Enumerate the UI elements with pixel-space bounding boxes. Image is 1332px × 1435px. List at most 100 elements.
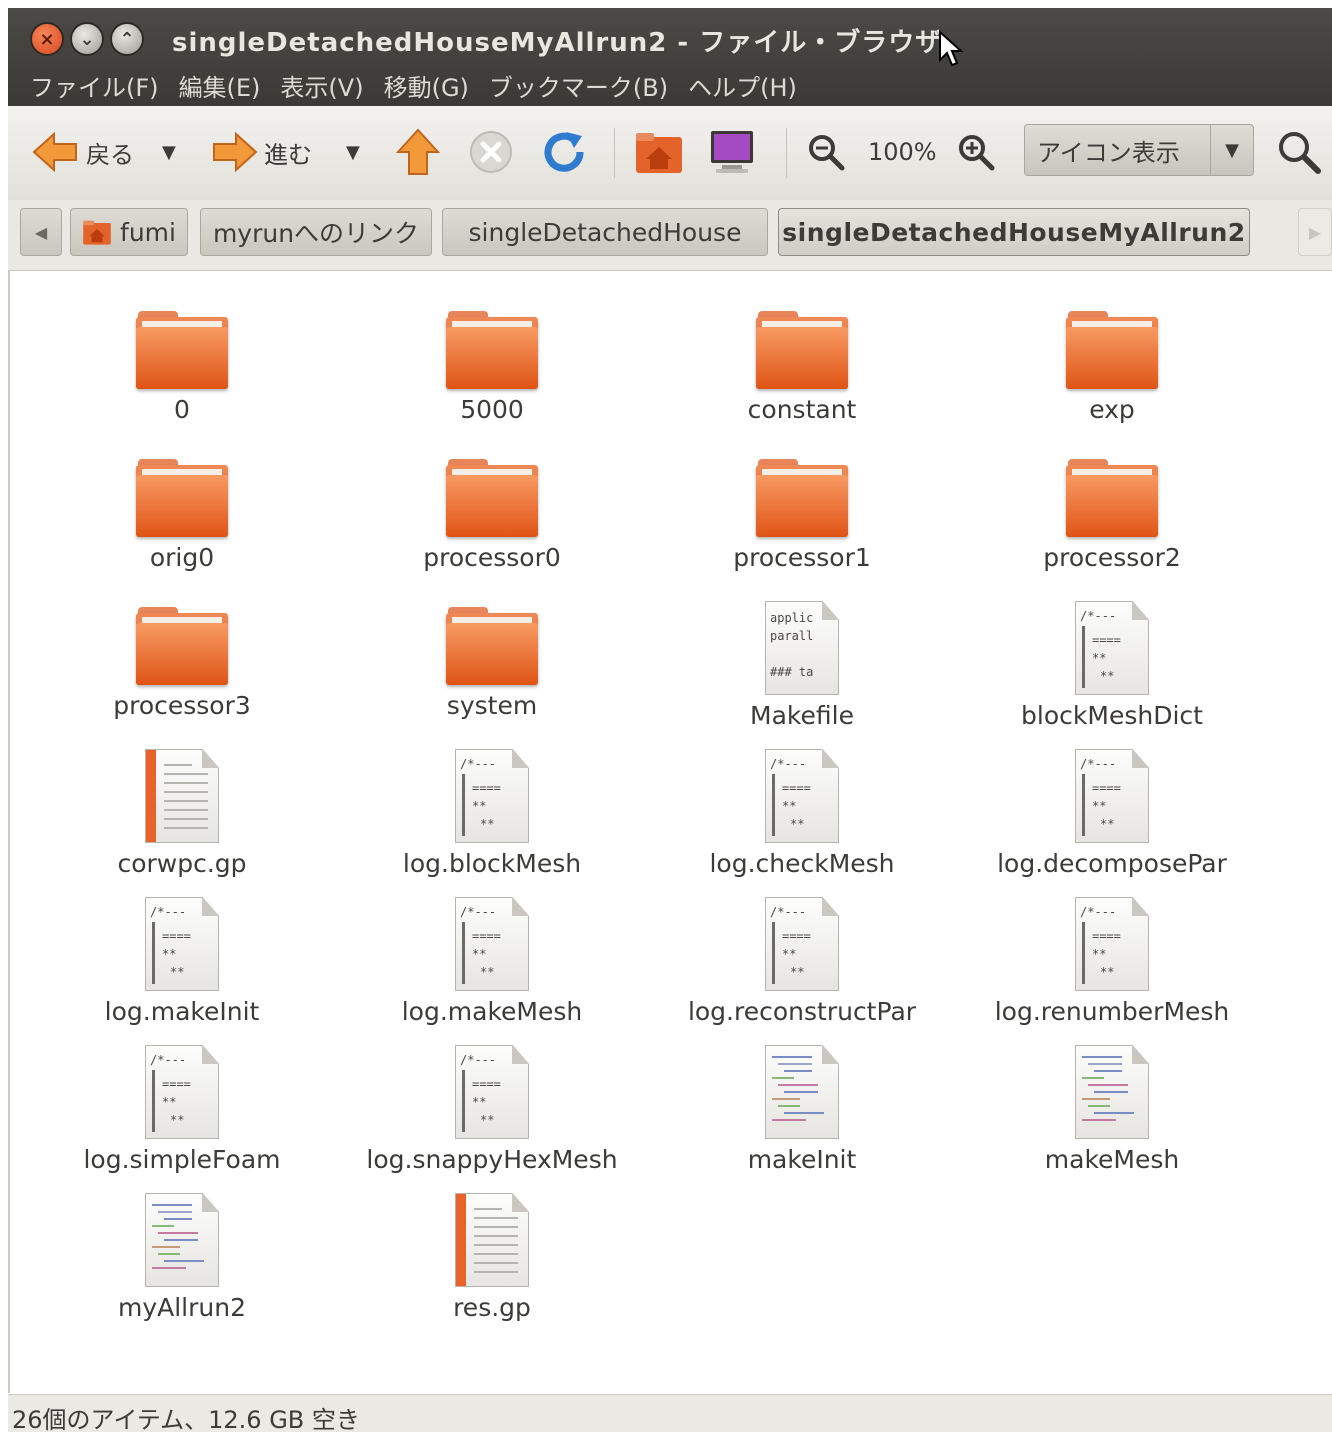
file-item[interactable]: /*--- ==== ** ** blockMeshDict bbox=[962, 601, 1262, 730]
folder-icon bbox=[136, 459, 228, 537]
status-text: 26個のアイテム、12.6 GB 空き bbox=[12, 1406, 360, 1434]
icon-view: 0 5000 constant exp orig0 processor0 processor… bbox=[8, 271, 1332, 1393]
view-mode-select[interactable]: アイコン表示 ▼ bbox=[1024, 124, 1254, 176]
menu-file[interactable]: ファイル(F) bbox=[20, 66, 169, 105]
forward-button[interactable]: 進む bbox=[210, 126, 312, 178]
breadcrumb-myrun-link[interactable]: myrunへのリンク bbox=[200, 208, 432, 256]
file-item[interactable]: processor2 bbox=[962, 453, 1262, 572]
file-item[interactable]: corwpc.gp bbox=[32, 749, 332, 878]
breadcrumb-label: myrunへのリンク bbox=[212, 219, 420, 248]
file-item[interactable]: myAllrun2 bbox=[32, 1193, 332, 1322]
home-button[interactable] bbox=[634, 126, 684, 178]
file-item[interactable]: /*--- ==== ** ** log.checkMesh bbox=[652, 749, 952, 878]
folder-icon bbox=[446, 459, 538, 537]
title-bar: × ⌄ ⌃ singleDetachedHouseMyAllrun2 - ファイ… bbox=[8, 8, 1332, 106]
breadcrumb-label: fumi bbox=[120, 217, 176, 247]
computer-icon bbox=[711, 131, 753, 173]
file-item[interactable]: system bbox=[342, 601, 642, 720]
status-bar: 26個のアイテム、12.6 GB 空き bbox=[8, 1394, 1332, 1434]
up-button[interactable] bbox=[396, 126, 440, 178]
search-button[interactable] bbox=[1276, 126, 1322, 178]
folder-icon bbox=[446, 607, 538, 685]
file-item[interactable]: /*--- ==== ** ** log.simpleFoam bbox=[32, 1045, 332, 1174]
zoom-out-button[interactable] bbox=[806, 126, 846, 178]
script-file-icon bbox=[145, 1193, 219, 1287]
file-name-label: log.snappyHexMesh bbox=[366, 1145, 618, 1174]
mouse-cursor-icon bbox=[939, 30, 964, 67]
breadcrumb-label: singleDetachedHouseMyAllrun2 bbox=[782, 217, 1246, 247]
text-code-file-icon: /*--- ==== ** ** bbox=[765, 749, 839, 843]
file-item[interactable]: applic parall ### ta Makefile bbox=[652, 601, 952, 730]
file-item[interactable]: res.gp bbox=[342, 1193, 642, 1322]
file-item[interactable]: makeMesh bbox=[962, 1045, 1262, 1174]
file-name-label: log.reconstructPar bbox=[687, 997, 917, 1026]
file-name-label: system bbox=[446, 691, 538, 720]
breadcrumb-label: singleDetachedHouse bbox=[468, 217, 742, 247]
file-name-label: log.renumberMesh bbox=[994, 997, 1230, 1026]
zoom-out-icon bbox=[809, 135, 845, 171]
file-item[interactable]: exp bbox=[962, 305, 1262, 424]
file-item[interactable]: /*--- ==== ** ** log.snappyHexMesh bbox=[342, 1045, 642, 1174]
file-name-label: myAllrun2 bbox=[117, 1293, 246, 1322]
forward-history-dropdown[interactable]: ▼ bbox=[346, 126, 360, 178]
forward-label: 進む bbox=[264, 140, 312, 169]
stop-button[interactable] bbox=[468, 126, 514, 178]
file-item[interactable]: /*--- ==== ** ** log.decomposePar bbox=[962, 749, 1262, 878]
text-code-file-icon: /*--- ==== ** ** bbox=[1075, 601, 1149, 695]
file-name-label: corwpc.gp bbox=[117, 849, 247, 878]
menu-bar: ファイル(F) 編集(E) 表示(V) 移動(G) ブックマーク(B) ヘルプ(… bbox=[20, 66, 807, 105]
file-name-label: processor1 bbox=[733, 543, 871, 572]
file-item[interactable]: 0 bbox=[32, 305, 332, 424]
minimize-window-button[interactable]: ⌄ bbox=[72, 24, 102, 54]
zoom-in-button[interactable] bbox=[956, 126, 996, 178]
file-item[interactable]: /*--- ==== ** ** log.renumberMesh bbox=[962, 897, 1262, 1026]
text-code-file-icon: /*--- ==== ** ** bbox=[145, 1045, 219, 1139]
file-item[interactable]: constant bbox=[652, 305, 952, 424]
file-name-label: 0 bbox=[174, 395, 190, 424]
file-item[interactable]: orig0 bbox=[32, 453, 332, 572]
file-name-label: processor0 bbox=[423, 543, 561, 572]
makefile-icon: applic parall ### ta bbox=[765, 601, 839, 695]
computer-button[interactable] bbox=[708, 126, 756, 178]
menu-bookmarks[interactable]: ブックマーク(B) bbox=[479, 66, 678, 105]
back-history-dropdown[interactable]: ▼ bbox=[162, 126, 176, 178]
menu-go[interactable]: 移動(G) bbox=[374, 66, 479, 105]
path-scroll-right-button[interactable]: ▶ bbox=[1298, 208, 1332, 256]
text-code-file-icon: /*--- ==== ** ** bbox=[1075, 897, 1149, 991]
folder-icon bbox=[756, 311, 848, 389]
breadcrumb-current[interactable]: singleDetachedHouseMyAllrun2 bbox=[778, 208, 1250, 256]
file-item[interactable]: processor3 bbox=[32, 601, 332, 720]
file-item[interactable]: /*--- ==== ** ** log.makeInit bbox=[32, 897, 332, 1026]
back-button[interactable]: 戻る bbox=[32, 126, 134, 178]
breadcrumb-singledetachedhouse[interactable]: singleDetachedHouse bbox=[442, 208, 768, 256]
reload-button[interactable] bbox=[540, 126, 588, 178]
menu-view[interactable]: 表示(V) bbox=[270, 66, 373, 105]
file-name-label: makeInit bbox=[747, 1145, 857, 1174]
script-file-icon bbox=[1075, 1045, 1149, 1139]
toolbar-separator bbox=[614, 128, 615, 178]
breadcrumb-home[interactable]: fumi bbox=[70, 208, 188, 256]
file-item[interactable]: processor0 bbox=[342, 453, 642, 572]
menu-edit[interactable]: 編集(E) bbox=[169, 66, 271, 105]
file-name-label: res.gp bbox=[453, 1293, 531, 1322]
file-item[interactable]: /*--- ==== ** ** log.makeMesh bbox=[342, 897, 642, 1026]
path-scroll-left-button[interactable]: ◀ bbox=[20, 208, 62, 256]
text-file-icon bbox=[145, 749, 219, 843]
close-window-button[interactable]: × bbox=[32, 24, 62, 54]
file-item[interactable]: /*--- ==== ** ** log.reconstructPar bbox=[652, 897, 952, 1026]
file-browser-window: × ⌄ ⌃ singleDetachedHouseMyAllrun2 - ファイ… bbox=[0, 0, 1332, 1434]
file-name-label: log.makeInit bbox=[104, 997, 260, 1026]
zoom-level: 100% bbox=[868, 138, 937, 166]
back-arrow-icon bbox=[32, 131, 77, 173]
maximize-window-button[interactable]: ⌃ bbox=[112, 24, 142, 54]
text-code-file-icon: /*--- ==== ** ** bbox=[455, 1045, 529, 1139]
toolbar: 戻る ▼ 進む ▼ 100% アイコン表示 ▼ bbox=[8, 106, 1332, 201]
chevron-down-icon: ▼ bbox=[1210, 125, 1253, 175]
file-item[interactable]: processor1 bbox=[652, 453, 952, 572]
zoom-in-icon bbox=[959, 135, 995, 171]
menu-help[interactable]: ヘルプ(H) bbox=[678, 66, 807, 105]
file-name-label: processor2 bbox=[1043, 543, 1181, 572]
file-item[interactable]: makeInit bbox=[652, 1045, 952, 1174]
file-item[interactable]: 5000 bbox=[342, 305, 642, 424]
file-item[interactable]: /*--- ==== ** ** log.blockMesh bbox=[342, 749, 642, 878]
